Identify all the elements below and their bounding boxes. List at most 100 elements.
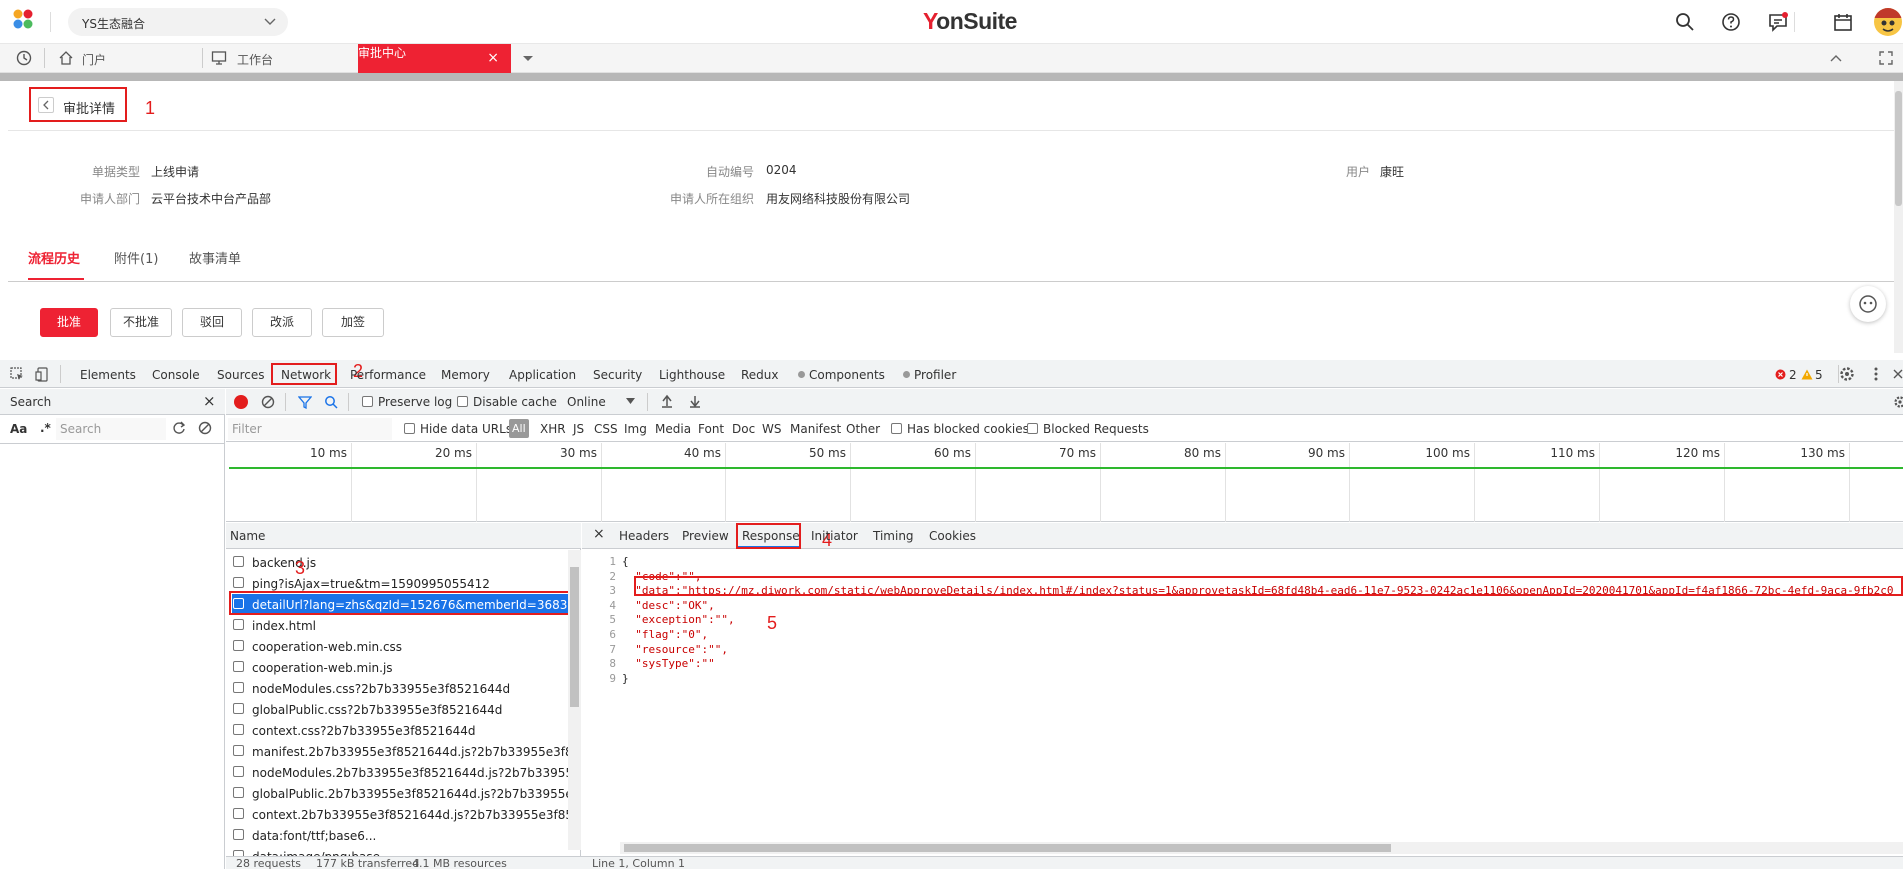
- more-vertical-icon[interactable]: [1873, 366, 1879, 382]
- org-select[interactable]: YS生态融合: [68, 8, 288, 36]
- response-horizontal-scrollbar[interactable]: [620, 842, 1903, 854]
- reassign-button[interactable]: 改派: [252, 308, 312, 337]
- devtools-tab-performance[interactable]: Performance: [350, 368, 426, 382]
- return-button[interactable]: 驳回: [182, 308, 242, 337]
- refresh-icon[interactable]: [172, 421, 186, 435]
- regex-toggle[interactable]: .*: [40, 421, 51, 435]
- fullscreen-icon[interactable]: [1878, 50, 1894, 66]
- network-settings-icon[interactable]: [1893, 395, 1903, 409]
- scrollbar-thumb[interactable]: [1895, 91, 1902, 206]
- message-icon[interactable]: [1767, 11, 1789, 33]
- import-har-icon[interactable]: [660, 394, 674, 408]
- app-logo-icon[interactable]: [12, 8, 34, 30]
- checkbox[interactable]: [891, 423, 902, 434]
- detail-tab-headers[interactable]: Headers: [619, 529, 669, 543]
- type-filter-css[interactable]: CSS: [594, 422, 618, 436]
- collapse-up-icon[interactable]: [1828, 50, 1844, 66]
- type-filter-manifest[interactable]: Manifest: [790, 422, 841, 436]
- search-icon[interactable]: [1674, 11, 1696, 33]
- search-input[interactable]: Search: [56, 418, 166, 440]
- record-icon[interactable]: [234, 395, 248, 409]
- devtools-tab-profiler[interactable]: Profiler: [903, 368, 956, 382]
- has-blocked-cookies-checkbox[interactable]: Has blocked cookies: [891, 422, 1029, 436]
- devtools-tab-components[interactable]: Components: [798, 368, 885, 382]
- request-list-scrollbar[interactable]: [568, 550, 581, 850]
- devtools-tab-sources[interactable]: Sources: [217, 368, 264, 382]
- preserve-log-checkbox[interactable]: Preserve log: [362, 395, 452, 409]
- devtools-tab-lighthouse[interactable]: Lighthouse: [659, 368, 725, 382]
- request-row[interactable]: nodeModules.2b7b33955e3f8521644d.js?2b7b…: [232, 762, 568, 783]
- request-row[interactable]: globalPublic.css?2b7b33955e3f8521644d: [232, 699, 568, 720]
- request-row[interactable]: context.css?2b7b33955e3f8521644d: [232, 720, 568, 741]
- tab-workbench[interactable]: 工作台: [205, 44, 355, 72]
- tab-portal[interactable]: 门户: [52, 44, 202, 72]
- request-row[interactable]: nodeModules.css?2b7b33955e3f8521644d: [232, 678, 568, 699]
- devtools-tab-elements[interactable]: Elements: [80, 368, 136, 382]
- request-row[interactable]: index.html: [232, 615, 568, 636]
- checkbox[interactable]: [362, 396, 373, 407]
- scrollbar-thumb[interactable]: [570, 567, 579, 707]
- request-row[interactable]: backend.js: [232, 552, 568, 573]
- inspect-element-icon[interactable]: [10, 367, 25, 382]
- close-devtools-icon[interactable]: [1893, 367, 1903, 381]
- devtools-tab-redux[interactable]: Redux: [741, 368, 779, 382]
- devtools-tab-memory[interactable]: Memory: [441, 368, 490, 382]
- warning-icon[interactable]: [1801, 369, 1813, 380]
- avatar[interactable]: [1874, 8, 1902, 36]
- reject-button[interactable]: 不批准: [110, 308, 172, 337]
- type-filter-font[interactable]: Font: [698, 422, 724, 436]
- devtools-tab-console[interactable]: Console: [152, 368, 200, 382]
- clear-icon[interactable]: [261, 395, 275, 409]
- tab-approval-center[interactable]: 审批中心 ×: [358, 44, 511, 73]
- type-filter-xhr[interactable]: XHR: [540, 422, 566, 436]
- detail-tab-response[interactable]: Response: [742, 529, 800, 543]
- detail-tab-cookies[interactable]: Cookies: [929, 529, 976, 543]
- close-detail-icon[interactable]: ×: [593, 526, 605, 542]
- search-network-icon[interactable]: [324, 395, 338, 409]
- add-signer-button[interactable]: 加签: [322, 308, 384, 337]
- device-toolbar-icon[interactable]: [35, 367, 50, 382]
- disable-cache-checkbox[interactable]: Disable cache: [457, 395, 557, 409]
- caret-down-icon[interactable]: [520, 50, 536, 66]
- hide-data-urls-checkbox[interactable]: Hide data URLs: [404, 422, 512, 436]
- request-row[interactable]: context.2b7b33955e3f8521644d.js?2b7b3395…: [232, 804, 568, 825]
- scrollbar-thumb[interactable]: [624, 844, 1391, 852]
- back-button[interactable]: 审批详情: [29, 87, 127, 122]
- calendar-icon[interactable]: [1832, 11, 1854, 33]
- request-row[interactable]: cooperation-web.min.css: [232, 636, 568, 657]
- export-har-icon[interactable]: [688, 394, 702, 408]
- detail-tab-initiator[interactable]: Initiator: [811, 529, 858, 543]
- error-icon[interactable]: [1775, 369, 1786, 380]
- request-row[interactable]: globalPublic.2b7b33955e3f8521644d.js?2b7…: [232, 783, 568, 804]
- detail-tab-timing[interactable]: Timing: [873, 529, 914, 543]
- checkbox[interactable]: [1027, 423, 1038, 434]
- help-icon[interactable]: [1720, 11, 1742, 33]
- warning-count[interactable]: 5: [1815, 368, 1823, 382]
- type-filter-img[interactable]: Img: [624, 422, 647, 436]
- caret-down-icon[interactable]: [626, 398, 635, 405]
- throttle-select[interactable]: Online: [567, 395, 606, 409]
- type-filter-other[interactable]: Other: [846, 422, 880, 436]
- detail-tab-preview[interactable]: Preview: [682, 529, 729, 543]
- approve-button[interactable]: 批准: [40, 308, 98, 337]
- devtools-tab-application[interactable]: Application: [509, 368, 576, 382]
- filter-input[interactable]: Filter: [228, 418, 392, 440]
- tab-story-list[interactable]: 故事清单: [189, 248, 241, 267]
- name-column-header[interactable]: Name: [230, 529, 265, 543]
- blocked-requests-checkbox[interactable]: Blocked Requests: [1027, 422, 1149, 436]
- devtools-tab-security[interactable]: Security: [593, 368, 642, 382]
- type-filter-doc[interactable]: Doc: [732, 422, 755, 436]
- gear-icon[interactable]: [1839, 366, 1855, 382]
- history-icon[interactable]: [16, 50, 32, 66]
- type-filter-all[interactable]: All: [509, 419, 529, 438]
- app-scrollbar[interactable]: [1894, 81, 1903, 353]
- type-filter-js[interactable]: JS: [573, 422, 584, 436]
- checkbox[interactable]: [457, 396, 468, 407]
- clear-search-icon[interactable]: [198, 421, 212, 435]
- request-row[interactable]: cooperation-web.min.js: [232, 657, 568, 678]
- request-row[interactable]: data:font/ttf;base6...: [232, 825, 568, 846]
- checkbox[interactable]: [404, 423, 415, 434]
- type-filter-media[interactable]: Media: [655, 422, 691, 436]
- type-filter-ws[interactable]: WS: [762, 422, 781, 436]
- match-case-toggle[interactable]: Aa: [10, 422, 27, 436]
